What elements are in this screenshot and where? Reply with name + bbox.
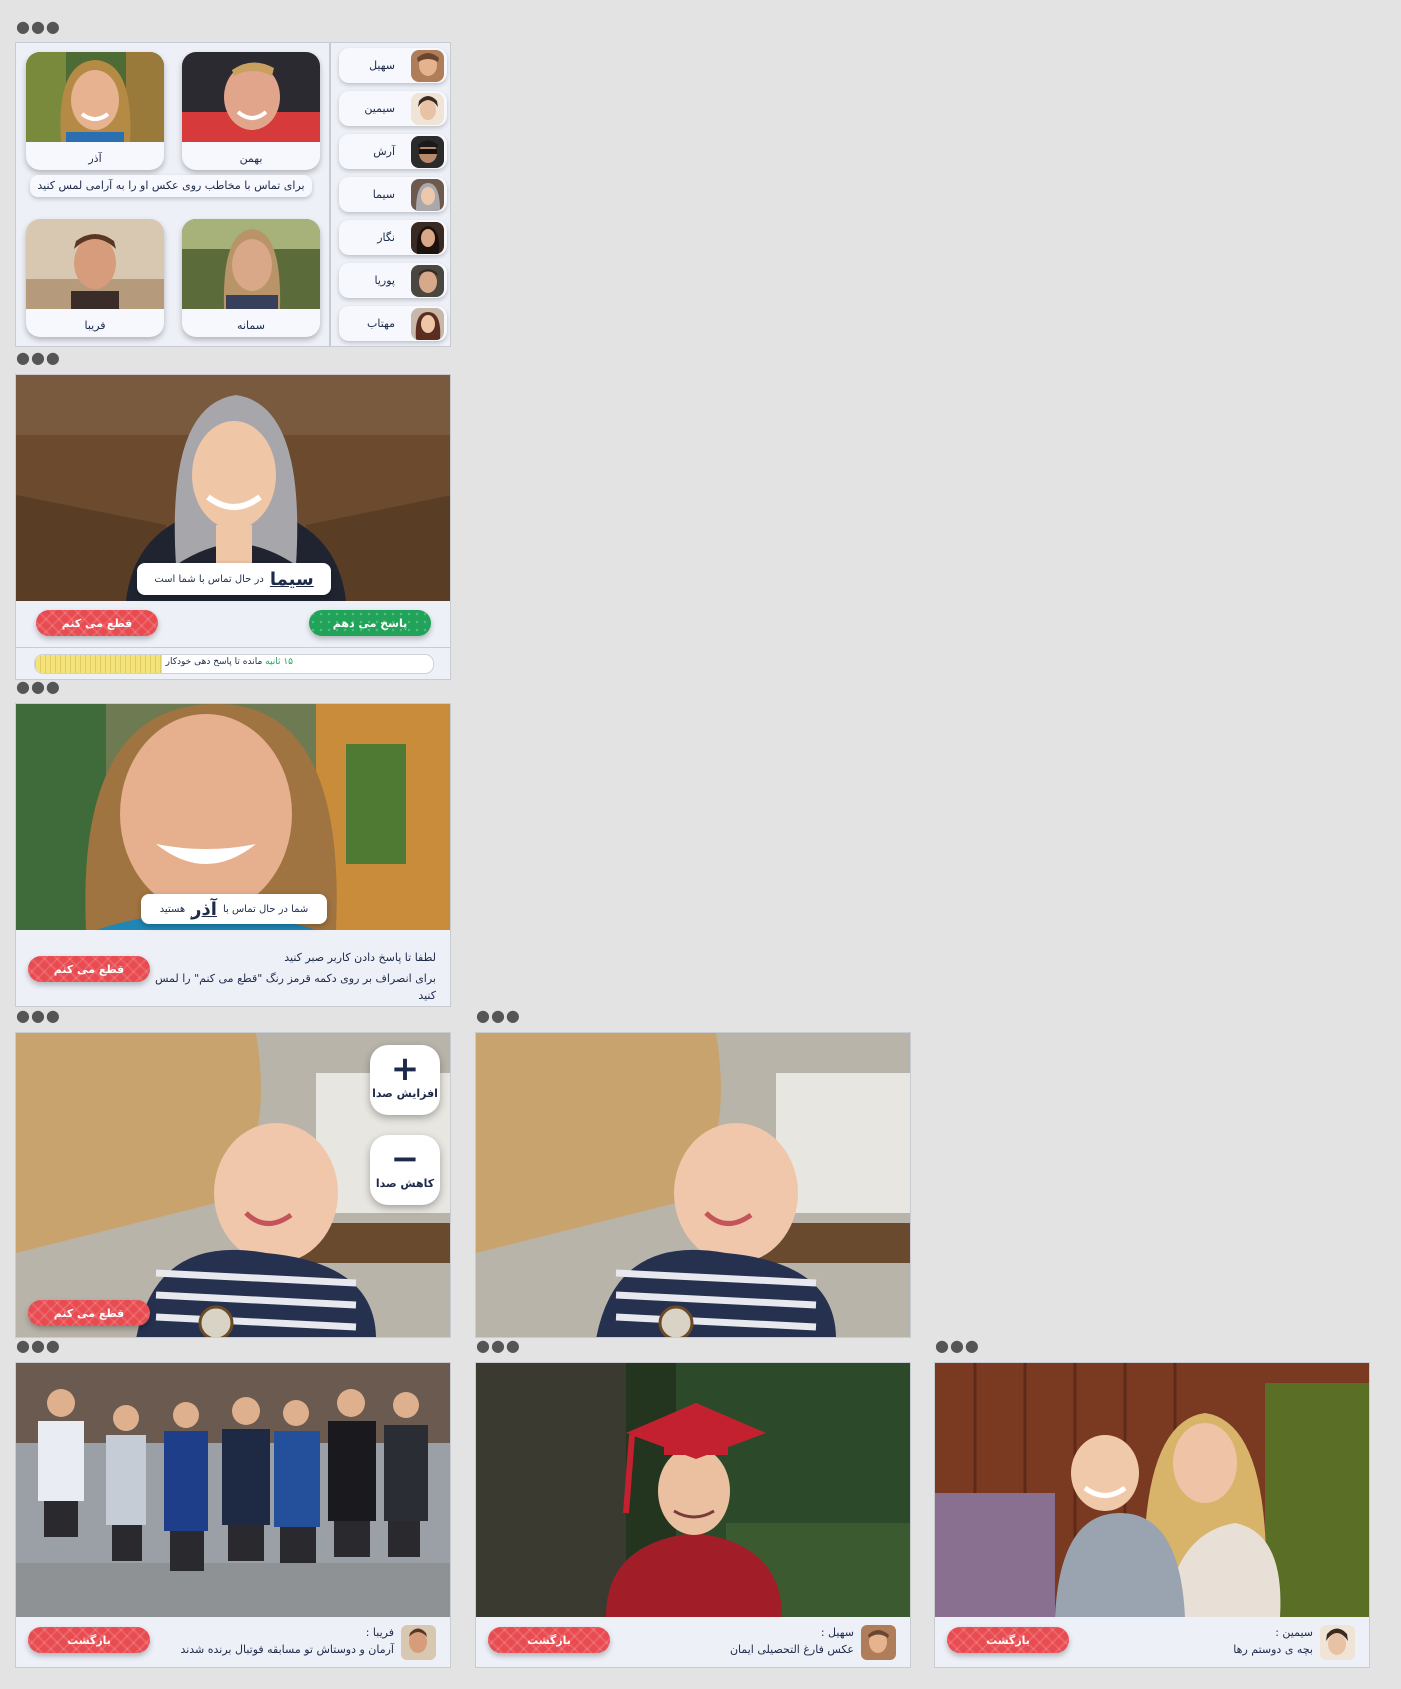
call-status: شما در حال تماس با آذر هستید: [141, 894, 327, 924]
contact-name: آرش: [373, 145, 395, 158]
contact-name: فریبا: [84, 319, 106, 332]
reject-button[interactable]: قطع می کنم: [28, 956, 150, 982]
shared-photo: [16, 1363, 450, 1617]
instructions: لطفا تا پاسخ دادن کاربر صبر کنید برای ان…: [136, 949, 436, 1004]
contact-photo: [26, 52, 164, 142]
avatar: [411, 308, 444, 340]
call-suffix: هستید: [159, 903, 186, 915]
avatar: [411, 136, 444, 168]
outgoing-call-screen: شما در حال تماس با آذر هستید لطفا تا پاس…: [15, 703, 451, 1007]
call-prefix: شما در حال تماس با: [222, 903, 309, 915]
countdown-bar: ۱۵ ثانیه مانده تا پاسخ دهی خودکار: [34, 654, 434, 674]
sidebar-contact[interactable]: سیما: [339, 177, 447, 212]
sidebar-contact[interactable]: پوریا: [339, 263, 447, 298]
avatar: [411, 222, 444, 254]
caller-name: سیما: [269, 568, 314, 590]
avatar: [411, 179, 444, 211]
back-button[interactable]: بازگشت: [488, 1627, 610, 1653]
volume-down-button[interactable]: − کاهش صدا: [370, 1135, 440, 1205]
countdown-fill: [35, 655, 163, 673]
caller-status: سیما در حال تماس با شما است: [137, 563, 331, 595]
shared-photo-screen: سیمین : بچه ی دوستم رها بازگشت: [934, 1362, 1370, 1668]
sidebar-contact[interactable]: آرش: [339, 134, 447, 169]
sidebar-contact[interactable]: نگار: [339, 220, 447, 255]
volume-up-label: افزایش صدا: [372, 1087, 438, 1100]
shared-photo: [935, 1363, 1369, 1617]
minus-icon: −: [390, 1139, 420, 1179]
more-icon[interactable]: ●●●: [16, 19, 61, 35]
divider: [329, 43, 331, 346]
contact-name: نگار: [377, 231, 395, 244]
photo-footer: سیمین : بچه ی دوستم رها بازگشت: [935, 1617, 1369, 1667]
sender-avatar: [401, 1625, 436, 1660]
contact-name: سیمین: [364, 102, 395, 115]
more-icon[interactable]: ●●●: [935, 1338, 980, 1354]
more-icon[interactable]: ●●●: [16, 1338, 61, 1354]
contacts-screen: سهیل سیمین آرش سیما نگار پوریا مهتاب بهم…: [15, 42, 451, 347]
more-icon[interactable]: ●●●: [16, 679, 61, 695]
contact-name: مهتاب: [367, 317, 395, 330]
volume-down-label: کاهش صدا: [375, 1177, 435, 1190]
caller-message: در حال تماس با شما است: [154, 573, 264, 585]
incoming-call-screen: سیما در حال تماس با شما است پاسخ می دهم …: [15, 374, 451, 680]
callee-name: آذر: [191, 898, 217, 920]
contact-card[interactable]: بهمن: [182, 52, 320, 170]
contact-name: سیما: [372, 188, 395, 201]
contact-card[interactable]: سمانه: [182, 219, 320, 337]
contact-photo: [26, 219, 164, 309]
divider: [16, 647, 450, 648]
contact-photo: [182, 52, 320, 142]
volume-up-button[interactable]: + افزایش صدا: [370, 1045, 440, 1115]
sidebar-contact[interactable]: مهتاب: [339, 306, 447, 341]
sender-avatar: [861, 1625, 896, 1660]
more-icon[interactable]: ●●●: [476, 1008, 521, 1024]
plus-icon: +: [390, 1049, 420, 1089]
contact-photo: [182, 219, 320, 309]
sidebar-contact[interactable]: سیمین: [339, 91, 447, 126]
more-icon[interactable]: ●●●: [16, 1008, 61, 1024]
contact-card[interactable]: فریبا: [26, 219, 164, 337]
reject-button[interactable]: قطع می کنم: [36, 610, 158, 636]
instruction-line: برای انصراف بر روی دکمه قرمز رنگ "قطع می…: [154, 972, 436, 1002]
contact-name: سمانه: [237, 319, 265, 332]
more-icon[interactable]: ●●●: [16, 350, 61, 366]
call-hint: برای تماس با مخاطب روی عکس او را به آرام…: [30, 175, 312, 197]
in-call-screen: + افزایش صدا − کاهش صدا قطع می کنم: [15, 1032, 451, 1338]
in-call-screen-clean: [475, 1032, 911, 1338]
contact-sidebar: سهیل سیمین آرش سیما نگار پوریا مهتاب: [339, 48, 449, 346]
contact-name: پوریا: [374, 274, 395, 287]
photo-footer: فریبا : آرمان و دوستاش تو مسابقه فوتبال …: [16, 1617, 450, 1667]
photo-footer: سهیل : عکس فارغ التحصیلی ایمان بازگشت: [476, 1617, 910, 1667]
instruction-line: لطفا تا پاسخ دادن کاربر صبر کنید: [284, 951, 436, 964]
avatar: [411, 93, 444, 125]
answer-button[interactable]: پاسخ می دهم: [309, 610, 431, 636]
back-button[interactable]: بازگشت: [28, 1627, 150, 1653]
countdown-seconds: ۱۵ ثانیه: [265, 657, 293, 667]
back-button[interactable]: بازگشت: [947, 1627, 1069, 1653]
shared-photo-screen: سهیل : عکس فارغ التحصیلی ایمان بازگشت: [475, 1362, 911, 1668]
contact-name: سهیل: [369, 59, 395, 72]
contact-name: آذر: [88, 152, 102, 165]
countdown-text: مانده تا پاسخ دهی خودکار: [165, 657, 263, 667]
sender-avatar: [1320, 1625, 1355, 1660]
shared-photo: [476, 1363, 910, 1617]
more-icon[interactable]: ●●●: [476, 1338, 521, 1354]
contact-name: بهمن: [239, 152, 263, 165]
avatar: [411, 265, 444, 297]
sidebar-contact[interactable]: سهیل: [339, 48, 447, 83]
avatar: [411, 50, 444, 82]
video-feed: [476, 1033, 910, 1337]
contact-card[interactable]: آذر: [26, 52, 164, 170]
reject-button[interactable]: قطع می کنم: [28, 1300, 150, 1326]
shared-photo-screen: فریبا : آرمان و دوستاش تو مسابقه فوتبال …: [15, 1362, 451, 1668]
